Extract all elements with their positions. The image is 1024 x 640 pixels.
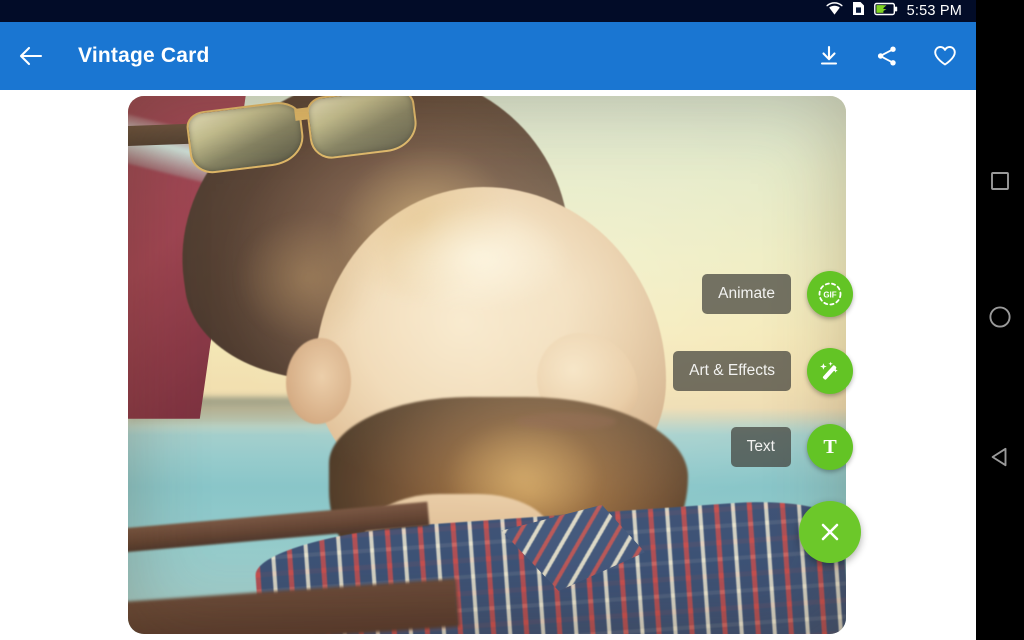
content-area: Animate GIF Art & Effects [0,90,976,640]
action-label-text[interactable]: Text [731,427,791,467]
battery-charging-icon [874,2,898,21]
wifi-icon [826,2,843,21]
text-icon-glyph: T [823,436,836,459]
status-bar-clock: 5:53 PM [907,3,962,19]
screen: Animate GIF Art & Effects [0,0,1024,640]
app-bar-actions [812,39,976,73]
square-icon[interactable] [976,157,1024,205]
download-icon[interactable] [812,39,846,73]
svg-text:GIF: GIF [823,290,836,299]
action-row-text[interactable]: Text T [731,424,853,470]
status-bar: 5:53 PM [0,0,976,22]
action-label-art-effects[interactable]: Art & Effects [673,351,791,391]
back-arrow-icon[interactable] [0,22,62,90]
heart-outline-icon[interactable] [928,39,962,73]
android-navigation-bar [976,0,1024,640]
gif-icon[interactable]: GIF [807,271,853,317]
magic-wand-icon[interactable] [807,348,853,394]
triangle-back-icon[interactable] [976,433,1024,481]
action-row-art-effects[interactable]: Art & Effects [673,348,853,394]
page-title: Vintage Card [78,44,210,68]
action-row-close[interactable] [799,501,861,563]
app-bar: Vintage Card [0,22,976,90]
share-icon[interactable] [870,39,904,73]
close-icon[interactable] [799,501,861,563]
action-label-animate[interactable]: Animate [702,274,791,314]
text-icon[interactable]: T [807,424,853,470]
action-row-animate[interactable]: Animate GIF [702,271,853,317]
circle-icon[interactable] [976,293,1024,341]
status-bar-icons [826,1,898,21]
sim-card-icon [852,1,865,21]
